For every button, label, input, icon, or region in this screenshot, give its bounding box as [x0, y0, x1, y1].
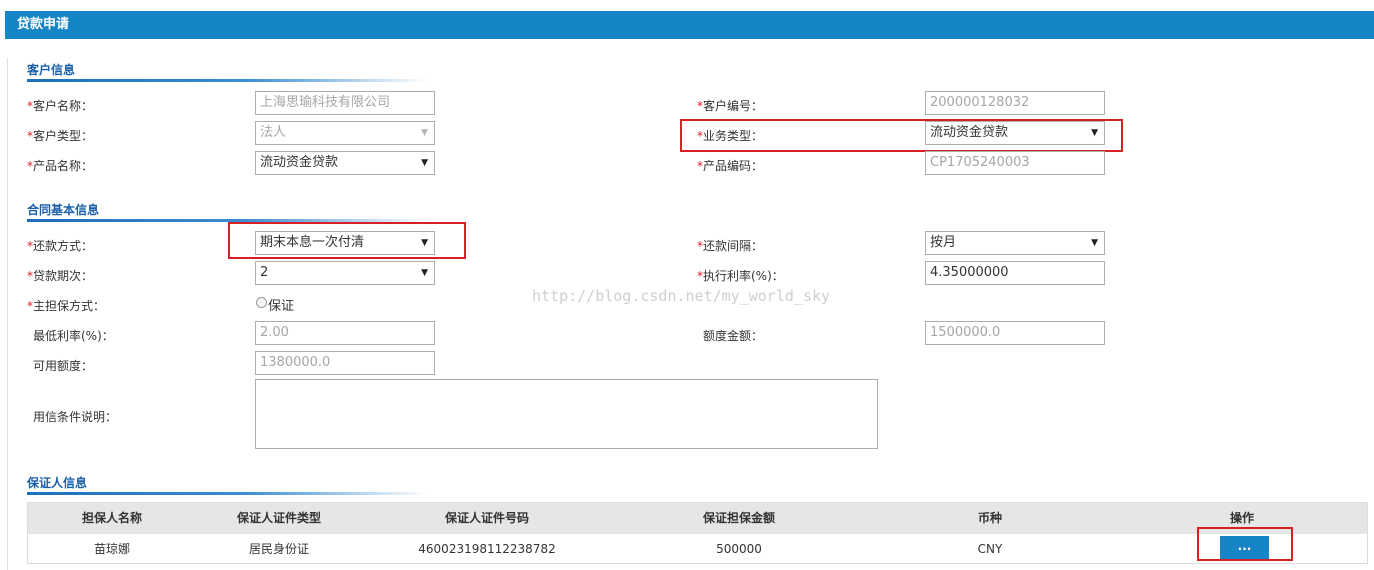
watermark: http://blog.csdn.net/my_world_sky: [532, 287, 831, 305]
loan-periods-select[interactable]: 2: [255, 261, 435, 285]
column-header: 币种: [977, 511, 1003, 525]
available-quota-field: 1380000.0: [255, 351, 435, 375]
guarantee-method-label: *主担保方式：: [27, 299, 106, 313]
content-border: [7, 58, 8, 570]
customer-type-label: *客户类型：: [27, 129, 94, 143]
customer-name-label: *客户名称：: [27, 99, 94, 113]
section-underline: [27, 492, 427, 495]
exec-rate-input[interactable]: 4.35000000: [925, 261, 1105, 285]
repay-method-label: *还款方式：: [27, 239, 94, 253]
min-rate-label: 最低利率(%)：: [33, 329, 114, 343]
table-cell-id-type: 居民身份证: [248, 542, 310, 556]
quota-amount-field: 1500000.0: [925, 321, 1105, 345]
section-underline: [27, 79, 427, 82]
column-header: 担保人名称: [81, 511, 143, 525]
repay-interval-label: *还款间隔：: [697, 239, 764, 253]
credit-conditions-textarea[interactable]: [255, 379, 878, 449]
product-code-label: *产品编码：: [697, 159, 764, 173]
section-title-customer: 客户信息: [27, 63, 76, 77]
product-code-field: CP1705240003: [925, 151, 1105, 175]
table-cell-name: 苗琼娜: [93, 542, 131, 556]
page-title: 贷款申请: [17, 17, 70, 32]
product-name-select[interactable]: 流动资金贷款: [255, 151, 435, 175]
table-cell-id-number: 460023198112238782: [418, 542, 556, 556]
column-header: 保证担保金额: [702, 511, 776, 525]
quota-amount-label: 额度金额：: [703, 329, 764, 343]
customer-name-field: 上海思瑜科技有限公司: [255, 91, 435, 115]
guarantee-radio[interactable]: [256, 297, 267, 308]
min-rate-field: 2.00: [255, 321, 435, 345]
guarantee-radio-label: 保证: [268, 299, 295, 314]
highlight-box-repay-method: [228, 222, 466, 259]
section-title-guarantor: 保证人信息: [27, 476, 88, 490]
repay-interval-select[interactable]: 按月: [925, 231, 1105, 255]
customer-type-select: 法人: [255, 121, 435, 145]
available-quota-label: 可用额度：: [33, 359, 94, 373]
section-title-contract: 合同基本信息: [27, 203, 100, 217]
page-header: 贷款申请: [5, 11, 1374, 39]
highlight-box-business-type: [680, 119, 1123, 152]
exec-rate-label: *执行利率(%)：: [697, 269, 784, 283]
customer-code-field: 200000128032: [925, 91, 1105, 115]
product-name-label: *产品名称：: [27, 159, 94, 173]
credit-conditions-label: 用信条件说明：: [33, 410, 118, 424]
table-cell-amount: 500000: [716, 542, 762, 556]
column-header: 保证人证件号码: [444, 511, 530, 525]
table-header-row: [28, 503, 1367, 534]
column-header: 保证人证件类型: [236, 511, 322, 525]
highlight-box-action: [1197, 527, 1293, 561]
guarantor-table: 担保人名称 保证人证件类型 保证人证件号码 保证担保金额 币种 操作 苗琼娜 居…: [27, 502, 1368, 564]
customer-code-label: *客户编号：: [697, 99, 764, 113]
table-cell-currency: CNY: [977, 542, 1003, 556]
loan-periods-label: *贷款期次：: [27, 269, 94, 283]
